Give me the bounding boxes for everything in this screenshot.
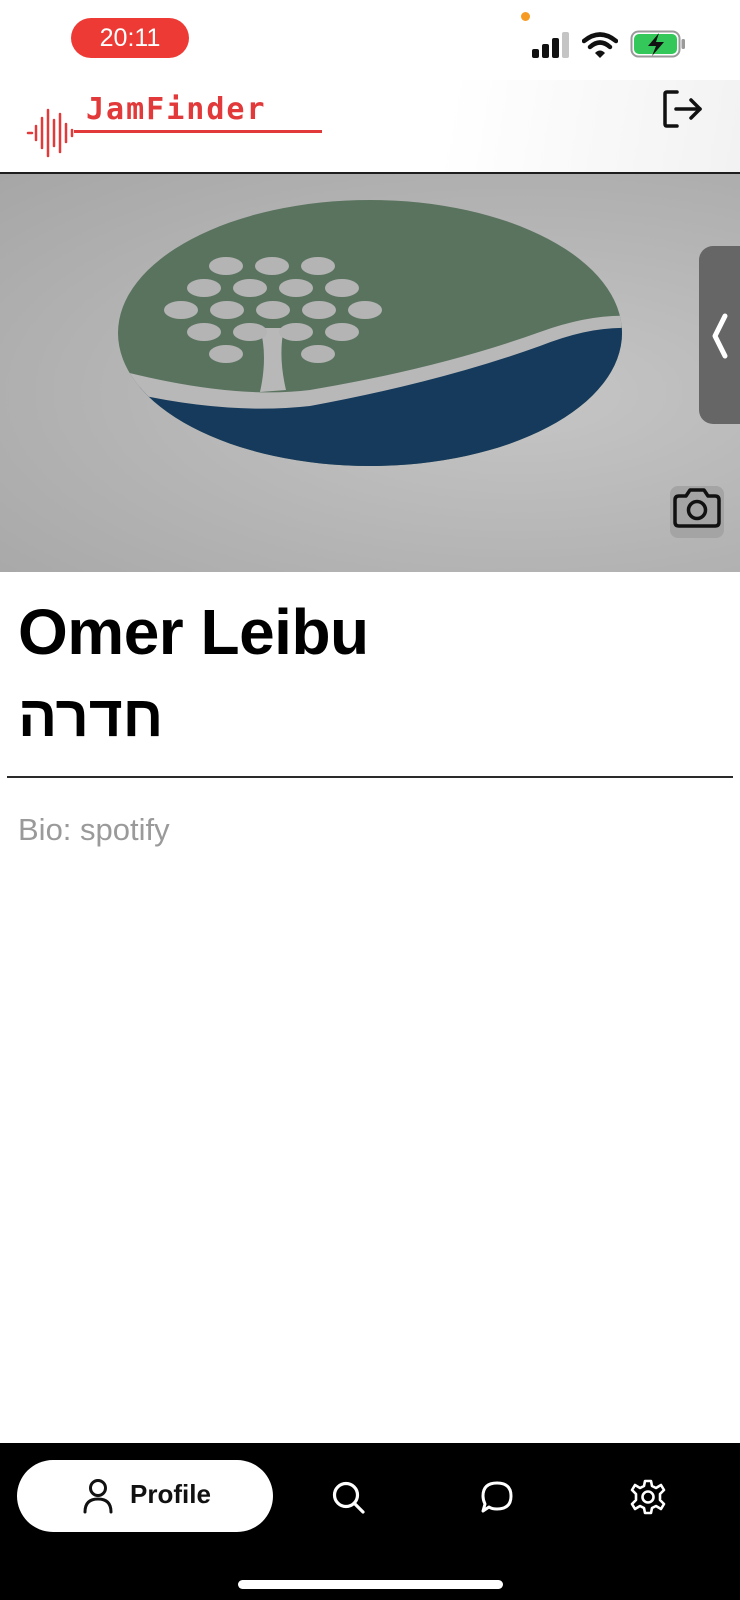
gear-icon[interactable] bbox=[630, 1479, 666, 1515]
tab-profile[interactable]: Profile bbox=[17, 1460, 273, 1532]
profile-cover bbox=[0, 174, 740, 572]
recording-indicator-dot bbox=[521, 12, 530, 21]
status-bar: 20:11 bbox=[0, 0, 740, 80]
change-cover-photo-button[interactable] bbox=[670, 486, 724, 538]
chevron-left-icon bbox=[712, 313, 728, 359]
side-drawer-handle[interactable] bbox=[699, 246, 740, 424]
status-time: 20:11 bbox=[71, 18, 189, 58]
search-icon[interactable] bbox=[330, 1479, 366, 1515]
bio-label: Bio: bbox=[18, 812, 72, 847]
bottom-tab-bar: Profile bbox=[0, 1443, 740, 1600]
person-icon bbox=[83, 1479, 113, 1514]
profile-divider bbox=[7, 776, 733, 778]
soundwave-logo-icon bbox=[26, 108, 74, 158]
bio-value: spotify bbox=[80, 812, 170, 847]
profile-bio: Bio: spotify bbox=[18, 812, 170, 848]
home-indicator bbox=[238, 1580, 503, 1589]
app-header: JamFinder bbox=[0, 80, 740, 174]
app-name: JamFinder bbox=[86, 92, 267, 127]
camera-icon bbox=[673, 488, 721, 528]
cellular-signal-icon bbox=[532, 32, 569, 58]
wifi-icon bbox=[582, 32, 618, 58]
profile-cover-image bbox=[118, 200, 622, 466]
profile-name: Omer Leibu bbox=[18, 596, 369, 668]
logo-underline bbox=[74, 130, 322, 133]
battery-charging-icon bbox=[630, 30, 685, 58]
profile-city: חדרה bbox=[18, 684, 164, 749]
tab-profile-label: Profile bbox=[130, 1479, 211, 1509]
logout-icon[interactable] bbox=[660, 86, 706, 132]
chat-icon[interactable] bbox=[479, 1479, 515, 1515]
